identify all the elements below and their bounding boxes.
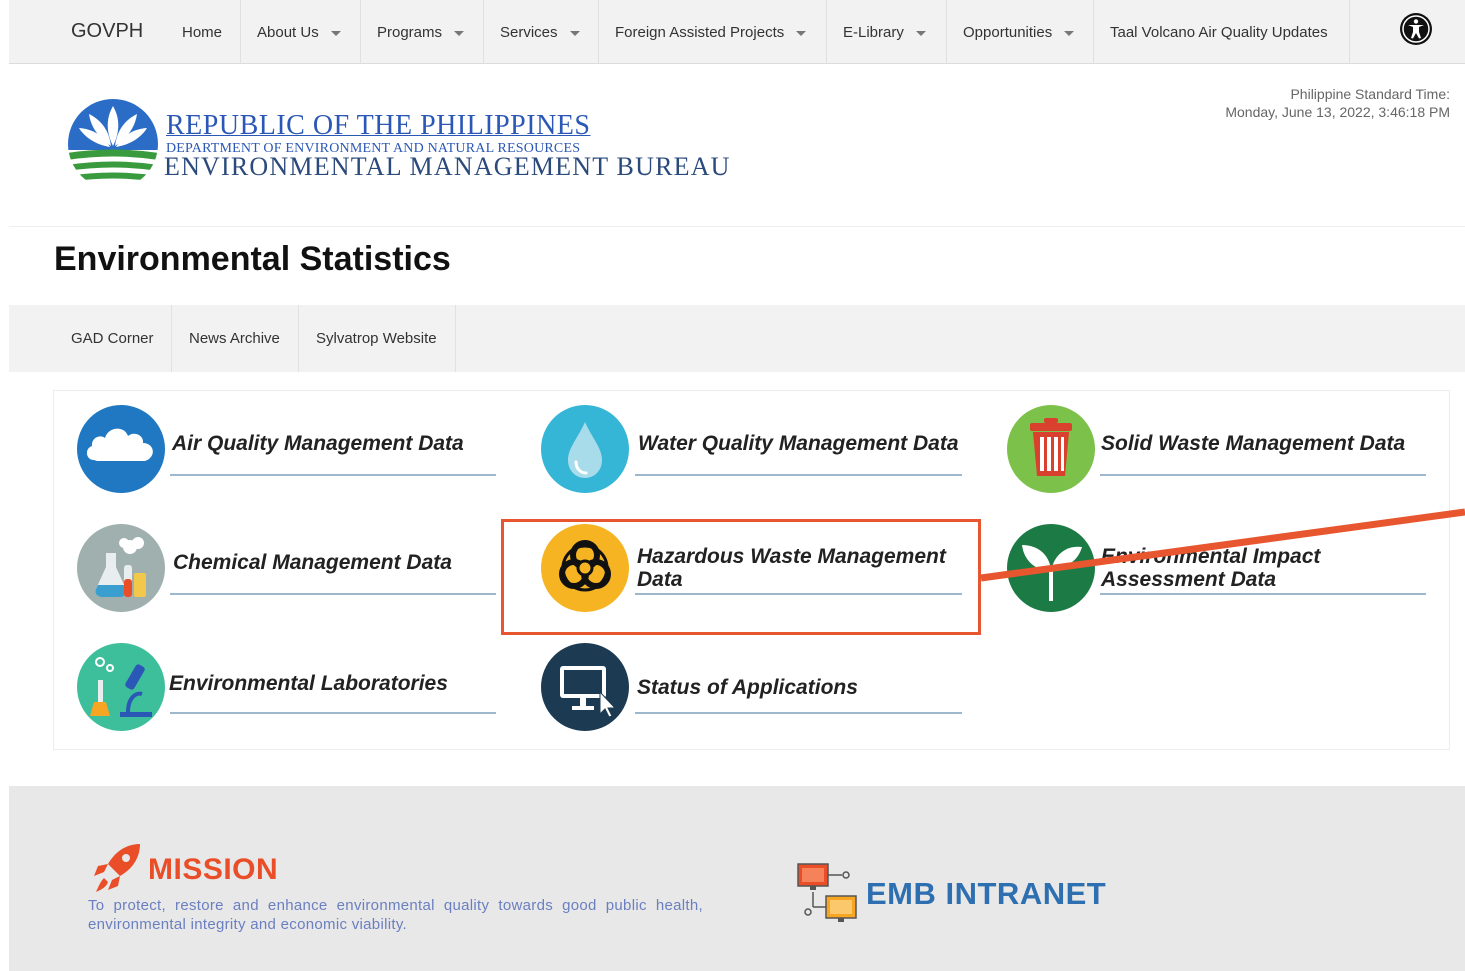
tile-label: Solid Waste Management Data (1101, 432, 1406, 455)
header-divider (9, 226, 1465, 227)
header-republic-title: REPUBLIC OF THE PHILIPPINES (166, 110, 591, 141)
tile-underline (170, 712, 496, 714)
nav-item-label: Taal Volcano Air Quality Updates (1110, 23, 1328, 41)
subnav-item-gad-corner[interactable]: GAD Corner (9, 305, 172, 372)
nav-item-programs[interactable]: Programs (361, 0, 484, 64)
tile-label: Environmental Laboratories (169, 672, 448, 695)
philippine-standard-time: Philippine Standard Time: Monday, June 1… (1225, 85, 1450, 121)
rocket-icon (94, 844, 140, 892)
tile-label: Environmental Impact Assessment Data (1101, 545, 1321, 591)
accessibility-icon[interactable] (1399, 12, 1433, 46)
tile-underline (170, 593, 496, 595)
tile-water-quality[interactable]: Water Quality Management Data (540, 404, 980, 504)
secondary-navigation-bar: GAD Corner News Archive Sylvatrop Websit… (9, 305, 1465, 372)
tile-label: Chemical Management Data (173, 551, 452, 574)
mission-title: MISSION (148, 853, 279, 886)
time-value: Monday, June 13, 2022, 3:46:18 PM (1225, 104, 1450, 120)
nav-item-services[interactable]: Services (484, 0, 599, 64)
subnav-item-news-archive[interactable]: News Archive (172, 305, 299, 372)
nav-item-about-us[interactable]: About Us (241, 0, 361, 64)
chevron-down-icon (915, 30, 926, 36)
water-drop-icon (541, 405, 629, 493)
nav-item-e-library[interactable]: E-Library (827, 0, 947, 64)
subnav-item-sylvatrop-website[interactable]: Sylvatrop Website (299, 305, 456, 372)
tile-environmental-impact-assessment[interactable]: Environmental Impact Assessment Data (1006, 523, 1446, 623)
time-label: Philippine Standard Time: (1290, 86, 1450, 102)
nav-item-taal-volcano-updates[interactable]: Taal Volcano Air Quality Updates (1094, 0, 1350, 64)
highlight-box (501, 519, 981, 635)
tile-air-quality[interactable]: Air Quality Management Data (76, 404, 516, 504)
nav-item-opportunities[interactable]: Opportunities (947, 0, 1094, 64)
chevron-down-icon (796, 30, 807, 36)
tile-label: Water Quality Management Data (638, 432, 959, 455)
govph-link[interactable]: GOVPH (71, 20, 143, 43)
network-computers-icon[interactable] (796, 862, 860, 924)
nav-item-label: Home (182, 23, 223, 41)
trash-bin-icon (1007, 405, 1095, 493)
tile-underline (635, 712, 962, 714)
subnav-item-label: Sylvatrop Website (316, 330, 437, 347)
nav-item-label: About Us (257, 23, 319, 41)
subnav-item-label: GAD Corner (71, 330, 154, 347)
tile-underline (1100, 474, 1426, 476)
tile-environmental-laboratories[interactable]: Environmental Laboratories (76, 642, 516, 742)
subnav-item-label: News Archive (189, 330, 280, 347)
nav-item-home[interactable]: Home (166, 0, 241, 64)
emb-intranet-link[interactable]: EMB INTRANET (866, 876, 1106, 912)
header-bureau-title: ENVIRONMENTAL MANAGEMENT BUREAU (164, 152, 731, 181)
computer-monitor-icon (541, 643, 629, 731)
tile-status-of-applications[interactable]: Status of Applications (540, 642, 980, 742)
cloud-icon (77, 405, 165, 493)
denr-emb-logo[interactable] (67, 98, 159, 190)
nav-item-label: Services (500, 23, 558, 41)
nav-item-label: Programs (377, 23, 443, 41)
chemistry-flask-icon (77, 524, 165, 612)
tile-underline (635, 474, 962, 476)
chevron-down-icon (330, 30, 341, 36)
tile-chemical-management[interactable]: Chemical Management Data (76, 523, 516, 623)
microscope-icon (77, 643, 165, 731)
tile-label: Air Quality Management Data (172, 432, 464, 455)
nav-item-foreign-assisted-projects[interactable]: Foreign Assisted Projects (599, 0, 827, 64)
tile-underline (1100, 593, 1426, 595)
page-title: Environmental Statistics (54, 240, 451, 278)
nav-item-label: E-Library (843, 23, 904, 41)
chevron-down-icon (1064, 30, 1075, 36)
chevron-down-icon (569, 30, 580, 36)
chevron-down-icon (454, 30, 465, 36)
top-navigation-bar: GOVPH Home About Us Programs Services Fo… (9, 0, 1465, 64)
mission-text: To protect, restore and enhance environm… (88, 897, 703, 933)
nav-item-label: Foreign Assisted Projects (615, 23, 785, 41)
tile-solid-waste[interactable]: Solid Waste Management Data (1006, 404, 1446, 504)
tile-label: Status of Applications (637, 676, 858, 699)
leaf-sprout-icon (1007, 524, 1095, 612)
tile-underline (170, 474, 496, 476)
nav-item-label: Opportunities (963, 23, 1053, 41)
